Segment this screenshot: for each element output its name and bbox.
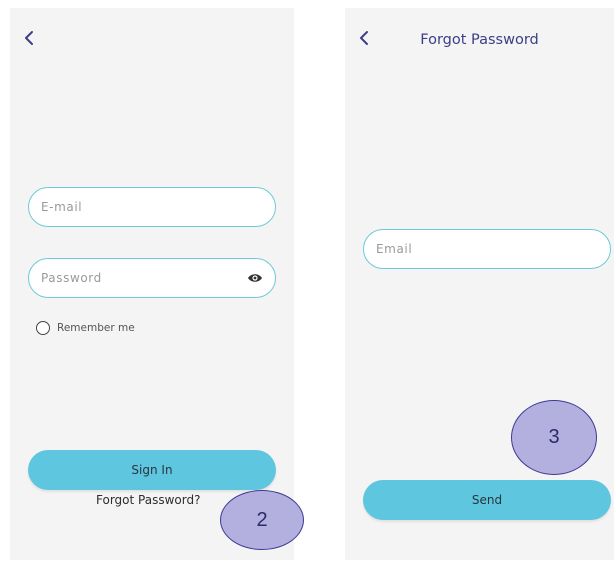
eye-icon[interactable]: [247, 270, 263, 286]
step-3-badge: 3: [511, 400, 597, 475]
email-field[interactable]: Email: [363, 229, 611, 269]
password-placeholder: Password: [41, 271, 102, 285]
email-field[interactable]: E-mail: [28, 187, 276, 227]
forgot-password-link[interactable]: Forgot Password?: [96, 493, 200, 507]
page-title: Forgot Password: [420, 32, 539, 48]
sign-in-button[interactable]: Sign In: [28, 450, 276, 490]
remember-radio[interactable]: [36, 321, 50, 335]
step-2-badge: 2: [220, 490, 304, 550]
remember-label: Remember me: [57, 322, 135, 334]
forgot-password-screen: Forgot Password Email Send: [345, 8, 614, 560]
email-placeholder: E-mail: [41, 200, 83, 214]
password-field[interactable]: Password: [28, 258, 276, 298]
email-placeholder: Email: [376, 242, 413, 256]
chevron-left-icon: [25, 31, 33, 45]
remember-me-option[interactable]: Remember me: [36, 321, 135, 335]
send-button[interactable]: Send: [363, 480, 611, 520]
signin-screen: E-mail Password Remember me Sign In Forg…: [10, 8, 294, 560]
back-button[interactable]: [20, 28, 40, 48]
